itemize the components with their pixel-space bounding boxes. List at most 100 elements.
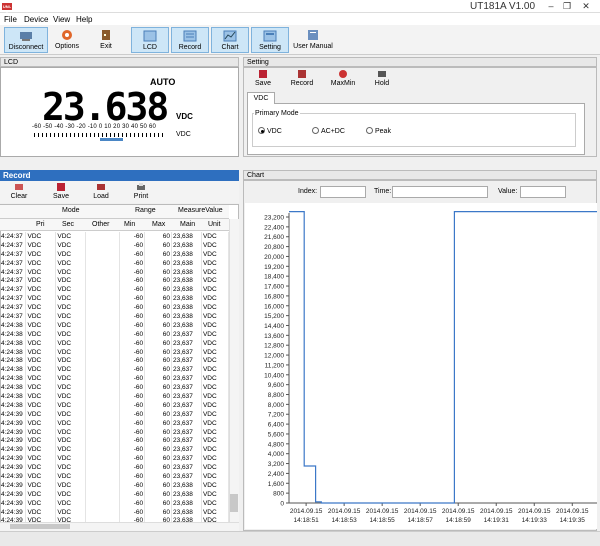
table-row[interactable]: 4:24:39 VDC VDC -60 60 23,637 VDC bbox=[0, 463, 230, 473]
maxmin-label: MaxMin bbox=[330, 80, 356, 87]
table-row[interactable]: 4:24:37 VDC VDC -60 60 23,638 VDC bbox=[0, 240, 230, 250]
table-row[interactable]: 4:24:37 VDC VDC -60 60 23,638 VDC bbox=[0, 249, 230, 259]
load-button[interactable]: Load bbox=[90, 183, 112, 200]
table-row[interactable]: 4:24:37 VDC VDC -60 60 23,638 VDC bbox=[0, 258, 230, 268]
tab-vdc[interactable]: VDC bbox=[247, 92, 275, 104]
radio-vdc[interactable]: VDC bbox=[258, 127, 282, 135]
table-row[interactable]: 4:24:38 VDC VDC -60 60 23,637 VDC bbox=[0, 392, 230, 401]
chart-button[interactable]: Chart bbox=[211, 27, 249, 53]
table-row[interactable]: 4:24:39VDCVDC-606023,638VDC bbox=[0, 507, 230, 517]
cell-other bbox=[85, 418, 121, 428]
user-manual-button[interactable]: User Manual bbox=[292, 27, 334, 53]
table-row[interactable]: 4:24:38 VDC VDC -60 60 23,637 VDC bbox=[0, 329, 230, 339]
index-label: Index: bbox=[298, 188, 318, 195]
cell-other bbox=[85, 436, 121, 446]
disconnect-button[interactable]: Disconnect bbox=[4, 27, 48, 53]
table-row[interactable]: 4:24:37 VDC VDC -60 60 23,638 VDC bbox=[0, 276, 230, 286]
setting-button[interactable]: Setting bbox=[251, 27, 289, 53]
table-row[interactable]: 4:24:38 VDC VDC -60 60 23,637 VDC bbox=[0, 365, 230, 375]
cell-time: 4:24:38 bbox=[0, 374, 27, 384]
header-mode: Mode bbox=[62, 207, 80, 214]
menu-help[interactable]: Help bbox=[76, 15, 92, 24]
record-button[interactable]: Record bbox=[171, 27, 209, 53]
cell-max: 60 bbox=[144, 392, 173, 401]
options-button[interactable]: Options bbox=[50, 27, 84, 53]
minimize-button[interactable]: – bbox=[545, 1, 557, 11]
clear-button[interactable]: Clear bbox=[8, 183, 30, 200]
table-row[interactable]: 4:24:39 VDC VDC -60 60 23,637 VDC bbox=[0, 472, 230, 481]
record-save-button[interactable]: Save bbox=[50, 183, 72, 200]
table-row[interactable]: 4:24:37 VDC VDC -60 60 23,638 VDC bbox=[0, 267, 230, 277]
value-input[interactable] bbox=[520, 186, 566, 198]
index-input[interactable] bbox=[320, 186, 366, 198]
cell-other bbox=[85, 383, 121, 393]
setting-record-button[interactable]: Record bbox=[290, 70, 314, 87]
print-button[interactable]: Print bbox=[130, 183, 152, 200]
table-row[interactable]: 4:24:39VDCVDC-606023,638VDC bbox=[0, 498, 230, 508]
cell-max: 60 bbox=[144, 454, 173, 464]
cell-time: 4:24:39 bbox=[0, 418, 27, 428]
table-row[interactable]: 4:24:39VDCVDC-606023,638VDC bbox=[0, 489, 230, 499]
lcd-button[interactable]: LCD bbox=[131, 27, 169, 53]
record-vscrollbar[interactable] bbox=[229, 219, 239, 522]
radio-ac-dc[interactable]: AC+DC bbox=[312, 127, 345, 135]
table-row[interactable]: 4:24:37 VDC VDC -60 60 23,638 VDC bbox=[0, 303, 230, 313]
close-button[interactable]: ✕ bbox=[580, 1, 592, 12]
table-row[interactable]: 4:24:39 VDC VDC -60 60 23,637 VDC bbox=[0, 418, 230, 428]
restore-button[interactable]: ❐ bbox=[561, 1, 573, 12]
cell-pri: VDC bbox=[25, 498, 57, 508]
table-row[interactable]: 4:24:38 VDC VDC -60 60 23,637 VDC bbox=[0, 374, 230, 384]
table-row[interactable]: 4:24:39VDCVDC-606023,638VDC bbox=[0, 480, 230, 490]
col-sec[interactable]: Sec bbox=[62, 221, 74, 228]
table-row[interactable]: 4:24:38 VDC VDC -60 60 23,638 VDC bbox=[0, 320, 230, 330]
y-tick-label: 12,000 bbox=[264, 353, 284, 360]
table-row[interactable]: 4:24:39 VDC VDC -60 60 23,637 VDC bbox=[0, 436, 230, 446]
y-tick-label: 22,400 bbox=[264, 224, 284, 231]
x-tick-label-date: 2014.09.15 bbox=[556, 508, 589, 515]
cell-sec: VDC bbox=[55, 320, 87, 330]
record-hscroll-thumb[interactable] bbox=[10, 524, 70, 529]
cell-min: -60 bbox=[119, 400, 146, 410]
hold-button[interactable]: Hold bbox=[372, 70, 392, 87]
table-row[interactable]: 4:24:38 VDC VDC -60 60 23,637 VDC bbox=[0, 338, 230, 348]
table-row[interactable]: 4:24:37 VDC VDC -60 60 23,638 VDC bbox=[0, 294, 230, 304]
menu-device[interactable]: Device bbox=[24, 15, 48, 24]
table-row[interactable]: 4:24:37 VDC VDC -60 60 23,638 VDC bbox=[0, 232, 230, 241]
table-row[interactable]: 4:24:39 VDC VDC -60 60 23,637 VDC bbox=[0, 445, 230, 455]
menu-view[interactable]: View bbox=[53, 15, 70, 24]
cell-sec: VDC bbox=[55, 249, 87, 259]
setting-save-button[interactable]: Save bbox=[252, 70, 274, 87]
menu-file[interactable]: File bbox=[4, 15, 17, 24]
maxmin-button[interactable]: MaxMin bbox=[330, 70, 356, 87]
time-input[interactable] bbox=[392, 186, 488, 198]
load-icon bbox=[97, 184, 105, 190]
cell-time: 4:24:39 bbox=[0, 409, 27, 419]
record-vscroll-thumb[interactable] bbox=[230, 494, 238, 512]
table-row[interactable]: 4:24:39 VDC VDC -60 60 23,637 VDC bbox=[0, 427, 230, 437]
exit-button[interactable]: Exit bbox=[90, 27, 122, 53]
x-tick-label-time: 14:19:33 bbox=[522, 517, 548, 524]
cell-unit: VDC bbox=[201, 409, 230, 419]
cell-max: 60 bbox=[144, 507, 173, 517]
radio-peak[interactable]: Peak bbox=[366, 127, 391, 135]
col-main[interactable]: Main bbox=[180, 221, 195, 228]
col-min[interactable]: Min bbox=[124, 221, 135, 228]
table-row[interactable]: 4:24:37 VDC VDC -60 60 23,638 VDC bbox=[0, 285, 230, 295]
table-row[interactable]: 4:24:38 VDC VDC -60 60 23,637 VDC bbox=[0, 383, 230, 393]
table-row[interactable]: 4:24:39 VDC VDC -60 60 23,637 VDC bbox=[0, 454, 230, 464]
col-max[interactable]: Max bbox=[152, 221, 165, 228]
table-row[interactable]: 4:24:38 VDC VDC -60 60 23,637 VDC bbox=[0, 400, 230, 410]
table-row[interactable]: 4:24:37 VDC VDC -60 60 23,638 VDC bbox=[0, 312, 230, 321]
x-tick-label-time: 14:18:57 bbox=[408, 517, 434, 524]
record-table: 4:24:37 VDC VDC -60 60 23,638 VDC 4:24:37 VDC VDC… bbox=[0, 232, 230, 535]
table-row[interactable]: 4:24:39 VDC VDC -60 60 23,637 VDC bbox=[0, 409, 230, 419]
col-other[interactable]: Other bbox=[92, 221, 110, 228]
cell-pri: VDC bbox=[25, 436, 57, 446]
table-row[interactable]: 4:24:38 VDC VDC -60 60 23,637 VDC bbox=[0, 356, 230, 366]
save-icon bbox=[259, 70, 267, 78]
clear-label: Clear bbox=[10, 193, 28, 200]
cell-main: 23,638 bbox=[171, 276, 202, 286]
table-row[interactable]: 4:24:38 VDC VDC -60 60 23,637 VDC bbox=[0, 347, 230, 357]
col-unit[interactable]: Unit bbox=[208, 221, 220, 228]
col-pri[interactable]: Pri bbox=[36, 221, 45, 228]
